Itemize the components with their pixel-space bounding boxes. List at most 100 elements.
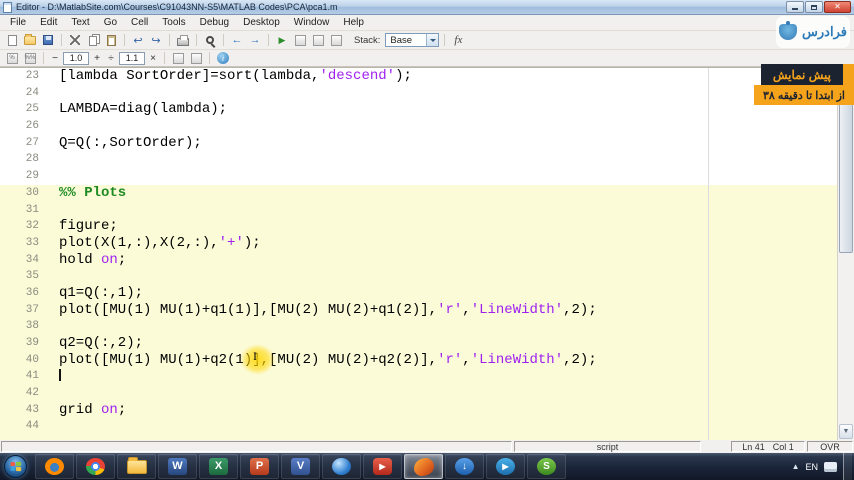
find-button[interactable] bbox=[202, 33, 218, 48]
code-line-25[interactable]: 25 LAMBDA=diag(lambda); bbox=[0, 101, 837, 119]
multiplicative-step-field[interactable]: 1.1 bbox=[119, 51, 145, 65]
taskbar-app-visio[interactable]: V bbox=[281, 454, 320, 479]
code-line-38[interactable]: 38 bbox=[0, 318, 837, 335]
code-text: q2=Q(:,2); bbox=[59, 335, 144, 351]
code-line-40[interactable]: 40 plot([MU(1) MU(1)+q2(1)],[MU(2) MU(2)+… bbox=[0, 351, 837, 369]
run-cell-button[interactable] bbox=[170, 51, 186, 66]
taskbar-app-media-red[interactable]: ▶ bbox=[363, 454, 402, 479]
run-cell-advance-button[interactable] bbox=[188, 51, 204, 66]
menu-text[interactable]: Text bbox=[64, 16, 96, 29]
menu-cell[interactable]: Cell bbox=[124, 16, 155, 29]
code-line-29[interactable]: 29 bbox=[0, 168, 837, 185]
code-line-34[interactable]: 34 hold on; bbox=[0, 251, 837, 269]
excel-icon: X bbox=[209, 458, 228, 475]
menu-help[interactable]: Help bbox=[336, 16, 371, 29]
taskbar-app-internet[interactable] bbox=[322, 454, 361, 479]
run-button[interactable]: ▶ bbox=[274, 33, 290, 48]
code-line-43[interactable]: 43 grid on; bbox=[0, 401, 837, 419]
forward-button[interactable]: → bbox=[247, 33, 263, 48]
show-desktop-button[interactable] bbox=[843, 453, 852, 480]
undo-button[interactable]: ↩ bbox=[130, 33, 146, 48]
copy-button[interactable] bbox=[85, 33, 101, 48]
menu-tools[interactable]: Tools bbox=[155, 16, 192, 29]
taskbar-app-matlab[interactable] bbox=[404, 454, 443, 479]
code-line-36[interactable]: 36 q1=Q(:,1); bbox=[0, 284, 837, 302]
code-line-44[interactable]: 44 bbox=[0, 418, 837, 436]
minimize-icon bbox=[792, 8, 798, 10]
taskbar-app-excel[interactable]: X bbox=[199, 454, 238, 479]
open-file-button[interactable] bbox=[22, 33, 38, 48]
toolbar-separator bbox=[61, 34, 62, 46]
vertical-scrollbar[interactable]: ▲ ▼ bbox=[837, 67, 854, 440]
new-file-button[interactable] bbox=[4, 33, 20, 48]
cut-button[interactable] bbox=[67, 33, 83, 48]
menu-go[interactable]: Go bbox=[97, 16, 124, 29]
maximize-button[interactable] bbox=[805, 1, 823, 13]
redo-button[interactable]: ↪ bbox=[148, 33, 164, 48]
code-line-41[interactable]: 41 bbox=[0, 368, 837, 386]
scrollbar-thumb[interactable] bbox=[839, 85, 853, 253]
scroll-down-icon[interactable]: ▼ bbox=[839, 424, 853, 439]
code-line-33[interactable]: 33 plot(X(1,:),X(2,:),'+'); bbox=[0, 234, 837, 252]
minimize-button[interactable] bbox=[786, 1, 804, 13]
line-number: 42 bbox=[25, 387, 39, 400]
close-button[interactable]: ✕ bbox=[824, 1, 851, 13]
decrement-value-button[interactable]: − bbox=[49, 52, 61, 65]
taskbar-app-word[interactable]: W bbox=[158, 454, 197, 479]
print-button[interactable] bbox=[175, 33, 191, 48]
toolbar-separator bbox=[124, 34, 125, 46]
step-button[interactable] bbox=[310, 33, 326, 48]
code-line-30[interactable]: 30 %% Plots bbox=[0, 184, 837, 202]
editor[interactable]: 23 [lambda SortOrder]=sort(lambda,'descen… bbox=[0, 67, 837, 440]
taskbar-app-idm[interactable]: ↓ bbox=[445, 454, 484, 479]
preview-badge: پیش نمایش bbox=[760, 64, 854, 85]
editor-lines: 23 [lambda SortOrder]=sort(lambda,'descen… bbox=[0, 68, 837, 440]
code-line-31[interactable]: 31 bbox=[0, 201, 837, 219]
save-button[interactable] bbox=[40, 33, 56, 48]
editor-window-icon bbox=[3, 1, 12, 13]
step-in-button[interactable] bbox=[328, 33, 344, 48]
code-line-32[interactable]: 32 figure; bbox=[0, 218, 837, 235]
menu-window[interactable]: Window bbox=[287, 16, 337, 29]
taskbar-app-explorer[interactable] bbox=[117, 454, 156, 479]
insert-cell-button[interactable]: % bbox=[4, 51, 20, 66]
code-line-23[interactable]: 23 [lambda SortOrder]=sort(lambda,'descen… bbox=[0, 68, 837, 85]
code-line-26[interactable]: 26 bbox=[0, 118, 837, 135]
breakpoint-button[interactable] bbox=[292, 33, 308, 48]
code-line-42[interactable]: 42 bbox=[0, 385, 837, 402]
additive-step-field[interactable]: 1.0 bbox=[63, 51, 89, 65]
start-button[interactable] bbox=[4, 455, 27, 478]
multiply-value-button[interactable]: × bbox=[147, 52, 159, 65]
taskbar-app-powerpoint[interactable]: P bbox=[240, 454, 279, 479]
taskbar: W X P V ▶ ↓ ▶ S ▲ EN bbox=[0, 453, 854, 480]
text-caret bbox=[59, 369, 61, 382]
code-line-35[interactable]: 35 bbox=[0, 268, 837, 285]
code-line-24[interactable]: 24 bbox=[0, 84, 837, 102]
taskbar-app-player-blue[interactable]: ▶ bbox=[486, 454, 525, 479]
taskbar-app-firefox[interactable] bbox=[35, 454, 74, 479]
menu-edit[interactable]: Edit bbox=[33, 16, 64, 29]
code-line-27[interactable]: 27 Q=Q(:,SortOrder); bbox=[0, 134, 837, 152]
insert-cell-title-button[interactable]: %% bbox=[22, 51, 38, 66]
language-indicator[interactable]: EN bbox=[805, 462, 818, 472]
increment-value-button[interactable]: + bbox=[91, 52, 103, 65]
stack-dropdown[interactable]: Base bbox=[385, 33, 440, 47]
menu-desktop[interactable]: Desktop bbox=[236, 16, 287, 29]
taskbar-app-chrome[interactable] bbox=[76, 454, 115, 479]
cell-info-button[interactable]: i bbox=[215, 51, 231, 66]
code-line-28[interactable]: 28 bbox=[0, 151, 837, 169]
menu-debug[interactable]: Debug bbox=[193, 16, 236, 29]
stack-value: Base bbox=[390, 34, 413, 46]
back-button[interactable]: ← bbox=[229, 33, 245, 48]
menu-file[interactable]: File bbox=[3, 16, 33, 29]
taskbar-app-snagit[interactable]: S bbox=[527, 454, 566, 479]
function-browser-button[interactable]: fx bbox=[454, 34, 462, 46]
divide-value-button[interactable]: ÷ bbox=[105, 52, 117, 65]
code-line-37[interactable]: 37 plot([MU(1) MU(1)+q1(1)],[MU(2) MU(2)+… bbox=[0, 301, 837, 319]
code-line-39[interactable]: 39 q2=Q(:,2); bbox=[0, 335, 837, 352]
keyboard-icon[interactable] bbox=[824, 461, 837, 472]
tray-expand-icon[interactable]: ▲ bbox=[792, 462, 800, 471]
paste-button[interactable] bbox=[103, 33, 119, 48]
